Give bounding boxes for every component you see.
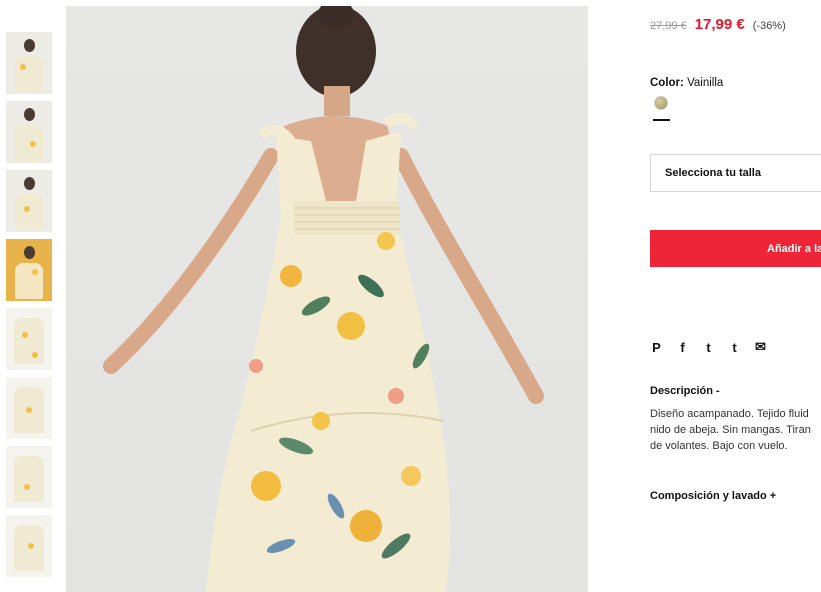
add-to-bag-button[interactable]: Añadir a la [650,230,821,267]
color-swatch-vainilla[interactable] [654,96,668,110]
old-price: 27,99 € [650,20,687,32]
product-info-panel: 27,99 € 17,99 € (-36%) Color: Vainilla S… [650,0,821,592]
share-bar: P f t t ✉ [650,339,767,355]
description-toggle[interactable]: Descripción - [650,385,720,397]
email-icon[interactable]: ✉ [754,339,767,355]
product-main-image[interactable] [66,6,588,592]
composition-toggle[interactable]: Composición y lavado + [650,490,776,502]
thumbnail-2[interactable] [6,101,52,163]
size-select[interactable]: Selecciona tu talla [650,154,821,192]
facebook-icon[interactable]: f [676,340,689,355]
thumbnail-5[interactable] [6,308,52,370]
color-label-key: Color: [650,77,684,89]
discount-badge: (-36%) [752,20,786,32]
product-photo-illustration [103,6,544,592]
thumbnail-1[interactable] [6,32,52,94]
thumbnail-3[interactable] [6,170,52,232]
thumbnail-8[interactable] [6,515,52,577]
add-to-bag-label: Añadir a la [767,242,821,255]
description-body: Diseño acampanado. Tejido fluid nido de … [650,406,821,454]
thumbnail-4[interactable] [6,239,52,301]
description-line: Diseño acampanado. Tejido fluid [650,408,809,420]
color-label-value: Vainilla [687,77,724,89]
thumbnail-list [6,32,52,584]
sale-price: 17,99 € [694,16,745,33]
tumblr-icon[interactable]: t [728,340,741,355]
pinterest-icon[interactable]: P [650,340,663,355]
description-line: nido de abeja. Sin mangas. Tiran [650,424,811,436]
thumbnail-6[interactable] [6,377,52,439]
selected-swatch-indicator [653,119,670,121]
color-label: Color: Vainilla [650,77,723,89]
description-line: de volantes. Bajo con vuelo. [650,440,788,452]
thumbnail-7[interactable] [6,446,52,508]
twitter-icon[interactable]: t [702,340,715,355]
size-select-label: Selecciona tu talla [665,167,761,179]
price-row: 27,99 € 17,99 € (-36%) [650,16,786,33]
